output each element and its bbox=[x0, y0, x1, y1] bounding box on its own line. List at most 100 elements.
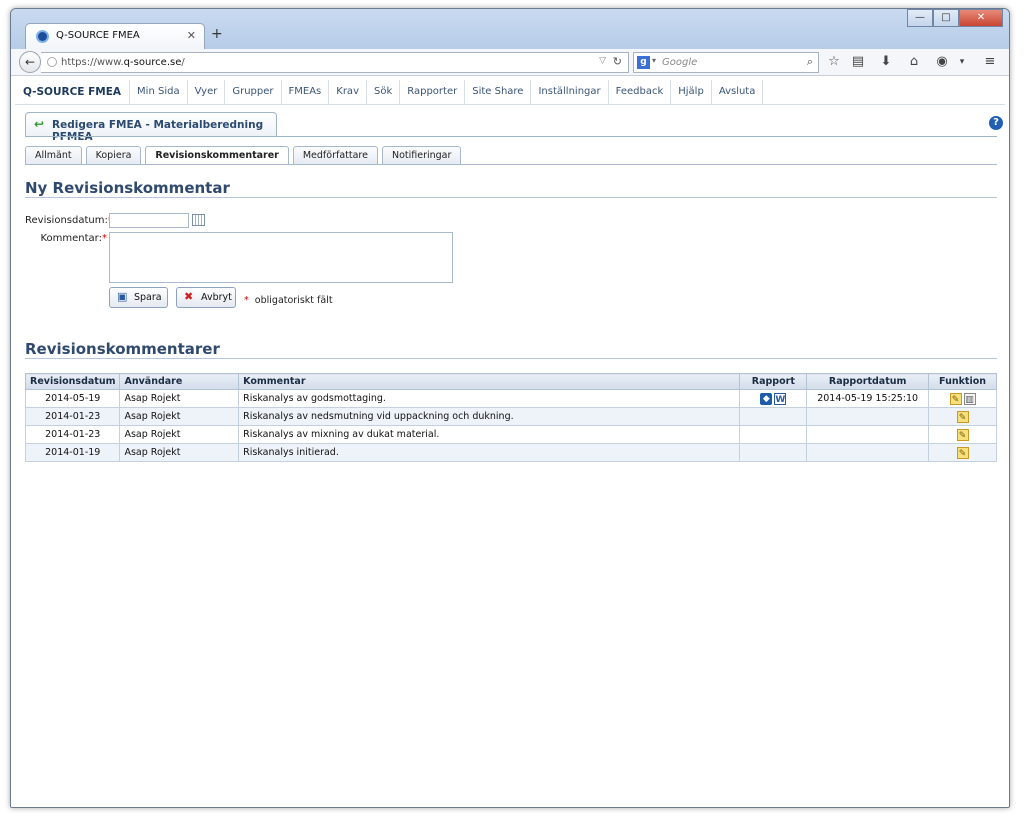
menu-item-sok[interactable]: Sök bbox=[367, 80, 401, 104]
reload-icon[interactable]: ↻ bbox=[613, 55, 622, 68]
comment-label-text: Kommentar: bbox=[40, 233, 102, 244]
back-arrow-icon[interactable]: ↩ bbox=[34, 117, 44, 131]
addon-icon[interactable]: ◉ bbox=[933, 53, 951, 71]
cell-report-date: 2014-05-19 15:25:10 bbox=[806, 389, 930, 408]
comment-textarea[interactable] bbox=[109, 232, 453, 283]
navigation-bar: ← https://www.q-source.se/ ▽ ↻ g ▾ Googl… bbox=[11, 49, 1009, 76]
menu-item-vyer[interactable]: Vyer bbox=[188, 80, 226, 104]
floppy-disk-icon: ▣ bbox=[117, 290, 128, 303]
report-pdf-icon[interactable]: ◆ bbox=[760, 392, 773, 405]
edit-pencil-icon[interactable]: ✎ bbox=[949, 392, 962, 405]
sub-tabs-divider bbox=[25, 164, 997, 165]
tab-notifieringar[interactable]: Notifieringar bbox=[381, 146, 462, 164]
window-controls: — □ ✕ bbox=[907, 9, 1003, 27]
page-title: Redigera FMEA - Materialberedning PFMEA bbox=[52, 119, 264, 143]
back-button[interactable]: ← bbox=[19, 51, 41, 73]
tab-revisionskommentarer[interactable]: Revisionskommentarer bbox=[145, 146, 289, 165]
cell-comment: Riskanalys initierad. bbox=[238, 443, 741, 462]
cell-report bbox=[739, 425, 808, 444]
menu-item-fmeas[interactable]: FMEAs bbox=[282, 80, 330, 104]
title-bar: Q-SOURCE FMEA ✕ + — □ ✕ bbox=[11, 9, 1009, 49]
edit-pencil-icon[interactable]: ✎ bbox=[956, 428, 969, 441]
url-text[interactable]: https://www.q-source.se/ bbox=[61, 57, 185, 68]
addon-dropdown-icon[interactable]: ▾ bbox=[953, 53, 971, 71]
required-note: * obligatoriskt fält bbox=[244, 295, 333, 306]
revision-comments-table: Revisionsdatum Användare Kommentar Rappo… bbox=[24, 373, 997, 462]
required-note-text: obligatoriskt fält bbox=[254, 295, 333, 306]
list-heading: Revisionskommentarer bbox=[25, 340, 220, 358]
browser-tab[interactable]: Q-SOURCE FMEA ✕ bbox=[25, 23, 205, 49]
save-button-label: Spara bbox=[134, 292, 162, 303]
col-anvandare[interactable]: Användare bbox=[119, 373, 240, 390]
col-kommentar[interactable]: Kommentar bbox=[238, 373, 741, 390]
table-row: 2014-01-23 Asap Rojekt Riskanalys av mix… bbox=[24, 425, 997, 444]
save-button[interactable]: ▣ Spara bbox=[109, 287, 168, 308]
revision-date-label-text: Revisionsdatum: bbox=[25, 215, 108, 226]
delete-trash-icon[interactable]: ▥ bbox=[963, 392, 976, 405]
reading-list-icon[interactable]: ▤ bbox=[849, 53, 867, 71]
site-favicon-icon bbox=[36, 30, 49, 43]
col-rapport[interactable]: Rapport bbox=[739, 373, 808, 390]
col-funktion[interactable]: Funktion bbox=[928, 373, 997, 390]
edit-pencil-icon[interactable]: ✎ bbox=[956, 446, 969, 459]
calendar-icon[interactable] bbox=[192, 214, 205, 226]
cell-report-date bbox=[806, 443, 930, 462]
tab-close-icon[interactable]: ✕ bbox=[187, 29, 196, 42]
search-engine-icon[interactable]: g bbox=[637, 56, 650, 69]
comment-label: Kommentar:* bbox=[25, 233, 107, 244]
search-icon[interactable]: ⌕ bbox=[807, 55, 813, 69]
cell-report-date bbox=[806, 407, 930, 426]
menu-item-rapporter[interactable]: Rapporter bbox=[400, 80, 466, 104]
new-tab-button[interactable]: + bbox=[211, 26, 223, 42]
menu-item-avsluta[interactable]: Avsluta bbox=[712, 80, 764, 104]
menu-item-grupper[interactable]: Grupper bbox=[225, 80, 282, 104]
cell-date: 2014-01-19 bbox=[24, 443, 121, 462]
search-bar[interactable]: g ▾ Google ⌕ bbox=[633, 52, 819, 73]
search-engine-dropdown-icon[interactable]: ▾ bbox=[652, 56, 656, 65]
edit-pencil-icon[interactable]: ✎ bbox=[956, 410, 969, 423]
report-word-icon[interactable]: W bbox=[774, 392, 787, 405]
table-row: 2014-05-19 Asap Rojekt Riskanalys av god… bbox=[24, 389, 997, 408]
minimize-button[interactable]: — bbox=[907, 9, 933, 27]
cancel-button[interactable]: ✖ Avbryt bbox=[176, 287, 236, 308]
revision-date-input[interactable] bbox=[109, 213, 189, 228]
tab-medforfattare[interactable]: Medförfattare bbox=[292, 146, 378, 164]
menu-item-site-share[interactable]: Site Share bbox=[465, 80, 532, 104]
window-close-button[interactable]: ✕ bbox=[959, 9, 1003, 27]
menu-hamburger-icon[interactable]: ≡ bbox=[981, 53, 999, 71]
form-heading-divider bbox=[25, 197, 997, 198]
cell-date: 2014-01-23 bbox=[24, 407, 121, 426]
menu-item-feedback[interactable]: Feedback bbox=[609, 80, 672, 104]
menu-item-min-sida[interactable]: Min Sida bbox=[130, 80, 188, 104]
cell-user: Asap Rojekt bbox=[119, 443, 240, 462]
menu-item-krav[interactable]: Krav bbox=[329, 80, 367, 104]
browser-window: Q-SOURCE FMEA ✕ + — □ ✕ ← https://www.q-… bbox=[10, 8, 1010, 808]
url-bar[interactable]: https://www.q-source.se/ ▽ ↻ bbox=[41, 52, 629, 73]
menu-item-hjalp[interactable]: Hjälp bbox=[671, 80, 712, 104]
table-row: 2014-01-23 Asap Rojekt Riskanalys av ned… bbox=[24, 407, 997, 426]
maximize-button[interactable]: □ bbox=[933, 9, 959, 27]
tab-allmant[interactable]: Allmänt bbox=[25, 146, 82, 164]
url-domain: q-source.se bbox=[123, 57, 182, 68]
cell-comment: Riskanalys av mixning av dukat material. bbox=[238, 425, 741, 444]
home-icon[interactable]: ⌂ bbox=[905, 53, 923, 71]
app-brand[interactable]: Q-SOURCE FMEA bbox=[15, 80, 131, 104]
tab-kopiera[interactable]: Kopiera bbox=[85, 146, 142, 164]
help-icon[interactable]: ? bbox=[989, 116, 1003, 130]
search-placeholder: Google bbox=[662, 57, 698, 68]
col-rapportdatum[interactable]: Rapportdatum bbox=[806, 373, 930, 390]
bookmark-star-icon[interactable]: ☆ bbox=[825, 53, 843, 71]
revision-date-label: Revisionsdatum:* bbox=[25, 215, 113, 226]
cell-function: ✎ ▥ bbox=[928, 389, 997, 408]
site-identity-icon[interactable] bbox=[47, 57, 57, 67]
cell-report bbox=[739, 443, 808, 462]
url-dropdown-icon[interactable]: ▽ bbox=[599, 56, 606, 66]
cell-comment: Riskanalys av nedsmutning vid uppackning… bbox=[238, 407, 741, 426]
cell-report bbox=[739, 407, 808, 426]
required-marker: * bbox=[102, 233, 107, 244]
col-revisionsdatum[interactable]: Revisionsdatum bbox=[24, 373, 121, 390]
url-suffix: / bbox=[181, 57, 185, 68]
menu-item-installningar[interactable]: Inställningar bbox=[531, 80, 609, 104]
download-icon[interactable]: ⬇ bbox=[877, 53, 895, 71]
cell-comment: Riskanalys av godsmottaging. bbox=[238, 389, 741, 408]
